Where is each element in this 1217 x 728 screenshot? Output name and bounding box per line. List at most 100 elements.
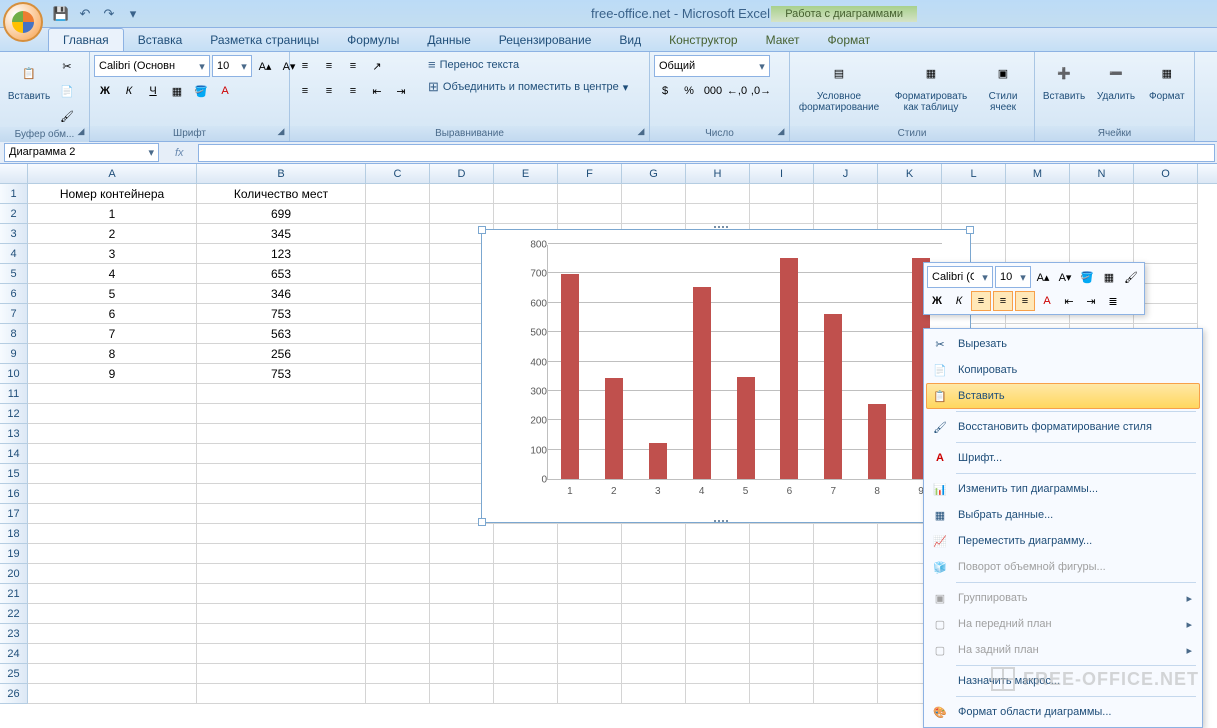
cell[interactable]: [366, 384, 430, 404]
cell[interactable]: [622, 644, 686, 664]
chart-bar[interactable]: [824, 314, 842, 479]
qat-menu-icon[interactable]: ▾: [122, 3, 144, 25]
cell[interactable]: [430, 584, 494, 604]
cell[interactable]: 8: [28, 344, 197, 364]
increase-indent-icon[interactable]: ⇥: [390, 80, 412, 102]
column-header[interactable]: A: [28, 164, 197, 183]
cell[interactable]: [1006, 184, 1070, 204]
row-header[interactable]: 22: [0, 604, 28, 624]
format-painter-icon[interactable]: 🖌: [56, 105, 78, 127]
cell[interactable]: [197, 664, 366, 684]
font-color-icon[interactable]: A: [214, 80, 236, 102]
cell[interactable]: [28, 544, 197, 564]
cell[interactable]: [558, 584, 622, 604]
cell[interactable]: [1134, 204, 1198, 224]
align-center-icon[interactable]: ≡: [318, 80, 340, 102]
wrap-text-button[interactable]: ≡Перенос текста: [422, 55, 634, 74]
cell[interactable]: [28, 564, 197, 584]
cell[interactable]: [28, 604, 197, 624]
cell[interactable]: [28, 504, 197, 524]
cell[interactable]: [197, 404, 366, 424]
cell[interactable]: [1070, 204, 1134, 224]
cell[interactable]: [750, 624, 814, 644]
conditional-format-button[interactable]: ▤ Условное форматирование: [794, 55, 884, 115]
cell[interactable]: [942, 204, 1006, 224]
cell[interactable]: [686, 584, 750, 604]
cell[interactable]: [430, 624, 494, 644]
cell[interactable]: 563: [197, 324, 366, 344]
delete-cells-button[interactable]: ➖Удалить: [1091, 55, 1141, 104]
shrink-font-icon[interactable]: A▾: [1055, 267, 1075, 287]
align-right-icon[interactable]: ≡: [1015, 291, 1035, 311]
ctx-paste[interactable]: 📋Вставить: [926, 383, 1200, 409]
cell[interactable]: [814, 184, 878, 204]
row-header[interactable]: 8: [0, 324, 28, 344]
cell[interactable]: [558, 184, 622, 204]
cell[interactable]: [366, 684, 430, 704]
launcher-icon[interactable]: ◢: [274, 126, 288, 140]
cell[interactable]: [558, 524, 622, 544]
tab-design[interactable]: Конструктор: [655, 29, 751, 51]
cell[interactable]: [197, 584, 366, 604]
cell[interactable]: [622, 544, 686, 564]
cell[interactable]: 9: [28, 364, 197, 384]
ctx-font[interactable]: АШрифт...: [926, 445, 1200, 471]
cell[interactable]: [942, 184, 1006, 204]
row-header[interactable]: 9: [0, 344, 28, 364]
underline-button[interactable]: Ч: [142, 80, 164, 102]
cell[interactable]: [1134, 224, 1198, 244]
cell[interactable]: [686, 204, 750, 224]
cell[interactable]: [1134, 244, 1198, 264]
insert-cells-button[interactable]: ➕Вставить: [1039, 55, 1089, 104]
align-center-icon[interactable]: ≡: [993, 291, 1013, 311]
cell[interactable]: [750, 664, 814, 684]
cell[interactable]: [28, 584, 197, 604]
increase-decimal-icon[interactable]: ←,0: [726, 80, 748, 102]
row-header[interactable]: 3: [0, 224, 28, 244]
tab-review[interactable]: Рецензирование: [485, 29, 606, 51]
chart-object[interactable]: 0100200300400500600700800123456789: [481, 229, 971, 523]
cell[interactable]: 5: [28, 284, 197, 304]
row-header[interactable]: 21: [0, 584, 28, 604]
decrease-indent-icon[interactable]: ⇤: [366, 80, 388, 102]
cell[interactable]: [878, 204, 942, 224]
cell[interactable]: [28, 484, 197, 504]
cell[interactable]: [750, 564, 814, 584]
cell[interactable]: [494, 664, 558, 684]
ctx-cut[interactable]: ✂Вырезать: [926, 331, 1200, 357]
font-color-icon[interactable]: A: [1037, 291, 1057, 311]
name-box[interactable]: Диаграмма 2▾: [4, 143, 159, 162]
cell[interactable]: [366, 224, 430, 244]
decrease-decimal-icon[interactable]: ,0→: [750, 80, 772, 102]
decrease-indent-icon[interactable]: ⇤: [1059, 291, 1079, 311]
cell[interactable]: 4: [28, 264, 197, 284]
row-header[interactable]: 24: [0, 644, 28, 664]
cell[interactable]: [814, 524, 878, 544]
ctx-move-chart[interactable]: 📈Переместить диаграмму...: [926, 528, 1200, 554]
column-header[interactable]: F: [558, 164, 622, 183]
italic-button[interactable]: К: [118, 80, 140, 102]
cell[interactable]: [197, 564, 366, 584]
cell[interactable]: [1070, 244, 1134, 264]
row-header[interactable]: 4: [0, 244, 28, 264]
cell[interactable]: [558, 624, 622, 644]
chart-bar[interactable]: [868, 404, 886, 479]
cell[interactable]: [750, 644, 814, 664]
cell[interactable]: [686, 604, 750, 624]
cell[interactable]: [366, 504, 430, 524]
cell[interactable]: 653: [197, 264, 366, 284]
cell[interactable]: 753: [197, 364, 366, 384]
format-cells-button[interactable]: ▦Формат: [1143, 55, 1191, 104]
launcher-icon[interactable]: ◢: [774, 126, 788, 140]
row-header[interactable]: 7: [0, 304, 28, 324]
cell[interactable]: [366, 204, 430, 224]
cell[interactable]: 1: [28, 204, 197, 224]
format-as-table-button[interactable]: ▦ Форматировать как таблицу: [886, 55, 976, 115]
cut-icon[interactable]: ✂: [56, 55, 78, 77]
cell[interactable]: [878, 184, 942, 204]
cell[interactable]: [558, 544, 622, 564]
cell[interactable]: [430, 544, 494, 564]
borders-icon[interactable]: ▦: [166, 80, 188, 102]
grow-font-icon[interactable]: A▴: [254, 55, 276, 77]
cell[interactable]: [28, 424, 197, 444]
